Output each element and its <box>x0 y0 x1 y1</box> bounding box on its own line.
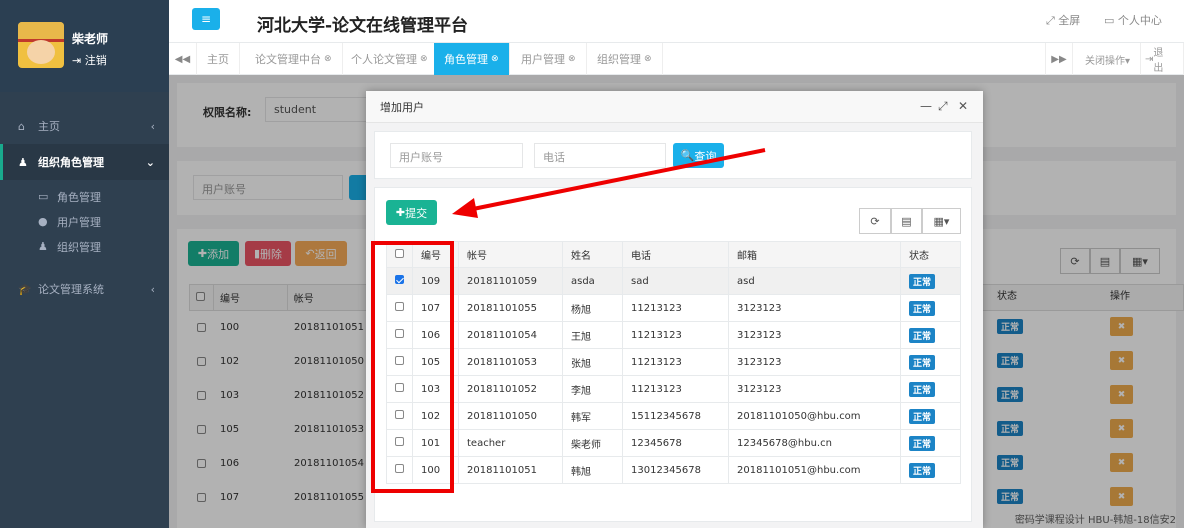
arrow-head <box>452 198 478 218</box>
footer-watermark: 密码学课程设计 HBU-韩旭-18信安2 <box>1014 515 1176 526</box>
arrow-line <box>467 148 766 212</box>
annotation-arrow <box>452 148 766 218</box>
